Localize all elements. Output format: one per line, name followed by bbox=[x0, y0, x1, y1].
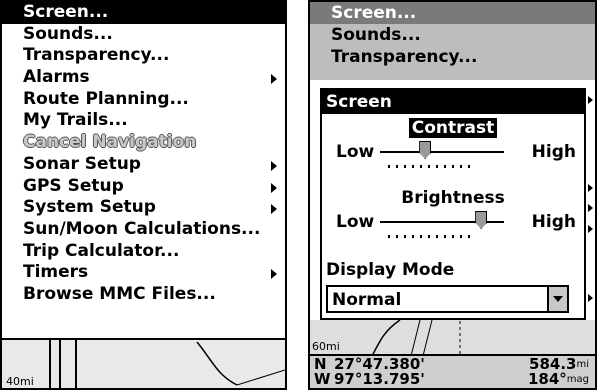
contrast-slider[interactable] bbox=[380, 141, 504, 159]
menu-item-cancel-navigation: Cancel Navigation bbox=[23, 132, 197, 153]
screen-dialog: Screen Contrast Low High Brightness Low … bbox=[320, 88, 586, 320]
chevron-right-icon bbox=[588, 204, 593, 212]
chevron-right-icon bbox=[588, 225, 593, 233]
menu-item-gps-setup[interactable]: GPS Setup bbox=[2, 176, 285, 198]
contrast-low-label: Low bbox=[336, 142, 375, 162]
distance-unit: mi bbox=[576, 359, 589, 370]
brightness-low-label: Low bbox=[336, 212, 375, 232]
bearing-value: 184° bbox=[527, 370, 567, 388]
chevron-down-icon[interactable] bbox=[547, 287, 567, 311]
chevron-right-icon bbox=[271, 74, 277, 85]
menu-item-route-planning[interactable]: Route Planning... bbox=[2, 89, 285, 111]
main-menu: Screen... Sounds... Transparency... Alar… bbox=[2, 2, 285, 340]
contrast-label: Contrast bbox=[408, 118, 498, 138]
brightness-ticks bbox=[388, 235, 474, 238]
position-readout: N 27°47.380' W 97°13.795' 584.3mi 184°mag bbox=[310, 354, 595, 388]
menu-item-alarms[interactable]: Alarms bbox=[2, 67, 285, 89]
main-menu-panel: Screen... Sounds... Transparency... Alar… bbox=[0, 0, 287, 390]
menu-item-transparency[interactable]: Transparency... bbox=[2, 45, 285, 67]
brightness-slider-thumb[interactable] bbox=[475, 211, 488, 229]
brightness-slider[interactable] bbox=[380, 211, 504, 229]
contrast-slider-thumb[interactable] bbox=[419, 141, 432, 159]
map-view[interactable]: 60mi N 27°47.380' W 97°13.795' 584.3mi 184… bbox=[310, 320, 595, 388]
longitude-value: 97°13.795' bbox=[334, 370, 425, 388]
background-menu: Screen... Sounds... Transparency... bbox=[310, 2, 595, 80]
menu-item-browse-mmc[interactable]: Browse MMC Files... bbox=[2, 284, 285, 306]
contrast-ticks bbox=[388, 165, 474, 168]
screen-settings-panel: Screen... Sounds... Transparency... Scre… bbox=[308, 0, 597, 390]
chevron-right-icon bbox=[271, 269, 277, 280]
chevron-right-icon bbox=[271, 204, 277, 215]
contrast-slider-group: Contrast Low High bbox=[322, 118, 584, 180]
menu-item-sun-moon[interactable]: Sun/Moon Calculations... bbox=[2, 219, 285, 241]
display-mode-label: Display Mode bbox=[326, 260, 455, 280]
menu-item-sounds[interactable]: Sounds... bbox=[310, 24, 595, 46]
chevron-right-icon bbox=[588, 294, 593, 302]
display-mode-value: Normal bbox=[332, 290, 402, 310]
menu-item-timers[interactable]: Timers bbox=[2, 262, 285, 284]
brightness-high-label: High bbox=[531, 212, 576, 232]
menu-item-screen[interactable]: Screen... bbox=[310, 2, 595, 24]
chevron-right-icon bbox=[271, 182, 277, 193]
menu-item-system-setup[interactable]: System Setup bbox=[2, 197, 285, 219]
menu-item-sonar-setup[interactable]: Sonar Setup bbox=[2, 154, 285, 176]
dialog-title: Screen bbox=[322, 90, 584, 114]
brightness-label: Brightness bbox=[401, 188, 505, 208]
chevron-right-icon bbox=[588, 96, 593, 104]
map-lines bbox=[49, 340, 285, 388]
lon-direction: W bbox=[314, 370, 331, 388]
menu-item-trip-calculator[interactable]: Trip Calculator... bbox=[2, 241, 285, 263]
map-scale-label: 60mi bbox=[312, 340, 340, 353]
map-scale-label: 40mi bbox=[6, 375, 34, 388]
chevron-right-icon bbox=[588, 184, 593, 192]
menu-item-transparency[interactable]: Transparency... bbox=[310, 46, 595, 68]
map-view[interactable]: 40mi bbox=[2, 340, 285, 388]
contrast-high-label: High bbox=[531, 142, 576, 162]
brightness-slider-group: Brightness Low High bbox=[322, 188, 584, 250]
menu-item-sounds[interactable]: Sounds... bbox=[2, 24, 285, 46]
menu-item-my-trails[interactable]: My Trails... bbox=[2, 110, 285, 132]
display-mode-select[interactable]: Normal bbox=[326, 285, 569, 313]
chevron-right-icon bbox=[271, 160, 277, 171]
bearing-unit: mag bbox=[566, 374, 589, 385]
menu-item-screen[interactable]: Screen... bbox=[2, 2, 285, 24]
